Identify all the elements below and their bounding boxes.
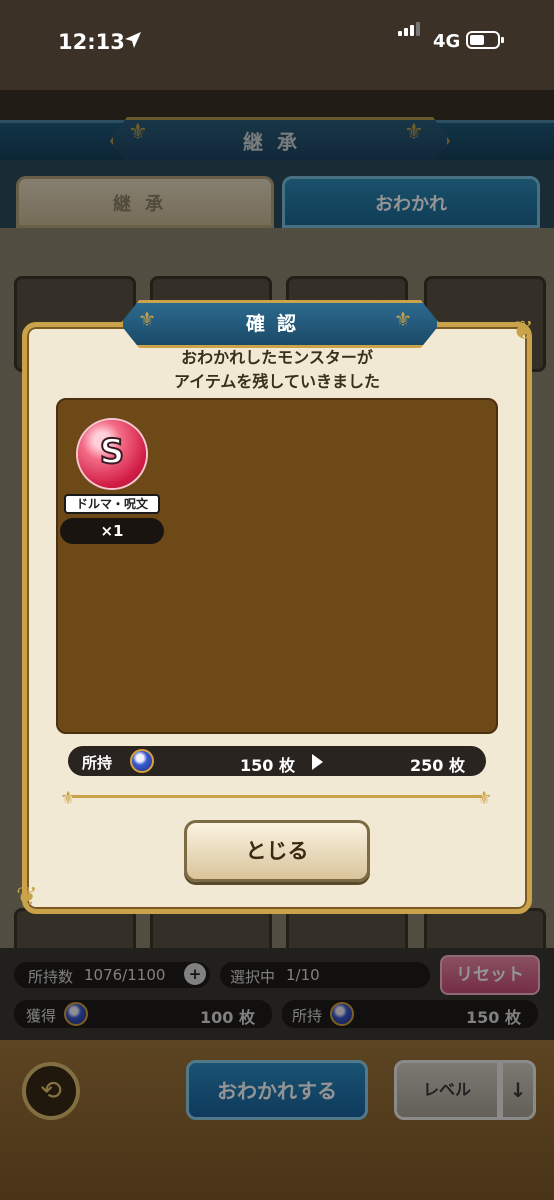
corner-ornament-icon: ❦ xyxy=(512,316,534,346)
item-quantity: ×1 xyxy=(60,518,164,544)
owned-to-value: 250 枚 xyxy=(410,756,465,775)
orb-letter: S xyxy=(99,431,126,473)
dialog-message: おわかれしたモンスターが アイテムを残していきました xyxy=(60,346,494,394)
status-bar: 12:13 4G xyxy=(0,0,554,90)
status-time: 12:13 xyxy=(58,30,125,54)
close-button[interactable]: とじる xyxy=(184,820,370,882)
dialog-message-line1: おわかれしたモンスターが xyxy=(181,348,373,367)
arrow-right-icon xyxy=(312,754,323,770)
divider-ornament-icon: ⚜ xyxy=(476,788,493,809)
dialog-message-line2: アイテムを残していきました xyxy=(174,372,380,391)
owned-label: 所持 xyxy=(82,754,113,772)
owned-from-value: 150 枚 xyxy=(240,756,295,775)
corner-ornament-icon: ❦ xyxy=(16,882,38,912)
battery-icon xyxy=(466,31,504,49)
divider xyxy=(72,795,482,798)
location-arrow-icon xyxy=(125,32,141,48)
network-label: 4G xyxy=(433,31,461,52)
item-name: ドルマ・呪文 xyxy=(64,494,160,514)
divider-ornament-icon: ⚜ xyxy=(60,788,77,809)
medal-icon xyxy=(130,749,154,773)
ornament-icon: ⚜ xyxy=(138,307,156,331)
dialog-title: 確認 xyxy=(245,313,308,335)
ornament-icon: ⚜ xyxy=(394,307,412,331)
